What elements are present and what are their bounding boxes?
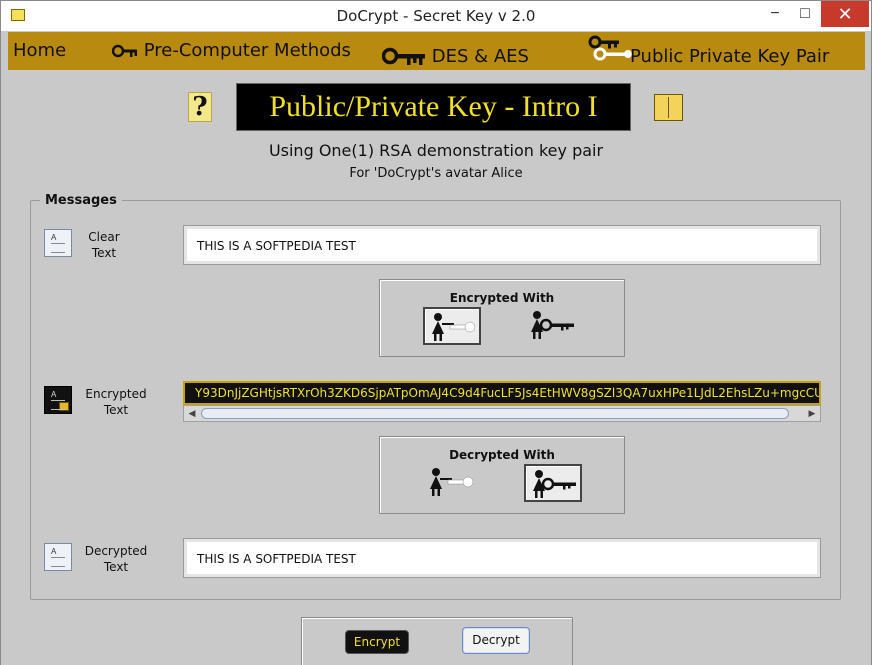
maximize-button[interactable]: □ bbox=[791, 1, 819, 27]
encrypted-label-line1: Encrypted bbox=[85, 387, 147, 401]
avatar-public-key-icon bbox=[432, 313, 476, 341]
encrypted-text-field[interactable]: Y93DnJjZGHtjsRTXrOh3ZKD6SjpATpOmAJ4C9d4F… bbox=[183, 381, 821, 405]
banner-title: Public/Private Key - Intro I bbox=[269, 90, 598, 123]
encrypted-document-icon bbox=[44, 386, 72, 414]
decrypt-button[interactable]: Decrypt bbox=[462, 627, 530, 654]
clear-text-field[interactable]: THIS IS A SOFTPEDIA TEST bbox=[183, 225, 821, 265]
menu-des-aes[interactable]: DES & AES bbox=[382, 46, 529, 68]
decrypted-label-line1: Decrypted bbox=[84, 544, 148, 558]
encrypted-with-box: Encrypted With bbox=[379, 279, 625, 357]
page-banner: Public/Private Key - Intro I bbox=[236, 83, 631, 131]
scroll-left-icon[interactable]: ◀ bbox=[186, 408, 198, 419]
decrypted-label-line2: Text bbox=[103, 560, 129, 574]
messages-title: Messages bbox=[40, 193, 122, 208]
menu-public-private-label: Public Private Key Pair bbox=[630, 46, 830, 67]
avatar-public-key-icon bbox=[430, 468, 474, 496]
action-panel bbox=[301, 617, 573, 665]
close-button[interactable]: ✕ bbox=[821, 1, 869, 27]
encrypt-public-key-button[interactable] bbox=[423, 307, 481, 345]
scroll-right-icon[interactable]: ▶ bbox=[806, 408, 818, 419]
menu-home[interactable]: Home bbox=[13, 40, 66, 61]
menu-public-private-key-pair[interactable]: Public Private Key Pair bbox=[581, 34, 865, 70]
menu-des-aes-label: DES & AES bbox=[431, 46, 529, 67]
decrypted-with-box: Decrypted With bbox=[379, 436, 625, 514]
decrypted-text-field[interactable]: THIS IS A SOFTPEDIA TEST bbox=[183, 538, 821, 578]
title-bar: DoCrypt - Secret Key v 2.0 − □ ✕ bbox=[0, 0, 872, 31]
decrypted-text-label: Decrypted Text bbox=[76, 543, 156, 575]
decrypt-public-key-button[interactable] bbox=[423, 464, 481, 502]
menu-bar: Home Pre-Computer Methods DES & AES Publ… bbox=[8, 32, 865, 70]
key-icon bbox=[382, 47, 425, 65]
scroll-thumb[interactable] bbox=[201, 408, 789, 419]
avatar-private-key-icon bbox=[533, 470, 576, 498]
avatar-private-key-icon bbox=[531, 311, 574, 339]
decrypt-private-key-button[interactable] bbox=[524, 464, 582, 502]
menu-pre-computer-label: Pre-Computer Methods bbox=[143, 40, 351, 61]
encrypted-label-line2: Text bbox=[103, 403, 129, 417]
clear-label-line2: Text bbox=[91, 246, 117, 260]
lock-icon bbox=[59, 402, 69, 411]
book-icon[interactable] bbox=[654, 94, 683, 121]
encrypt-private-key-button[interactable] bbox=[524, 307, 582, 345]
encrypt-button[interactable]: Encrypt bbox=[345, 630, 409, 654]
minimize-button[interactable]: − bbox=[761, 1, 789, 27]
clear-label-line1: Clear bbox=[88, 230, 120, 244]
decrypted-with-title: Decrypted With bbox=[449, 448, 555, 462]
key-pair-icon bbox=[588, 35, 632, 61]
key-icon bbox=[112, 44, 137, 58]
document-icon bbox=[44, 543, 72, 571]
encrypted-text-label: Encrypted Text bbox=[76, 386, 156, 418]
encrypted-text-scrollbar[interactable]: ◀ ▶ bbox=[183, 405, 821, 422]
window-title: DoCrypt - Secret Key v 2.0 bbox=[336, 7, 536, 25]
menu-pre-computer-methods[interactable]: Pre-Computer Methods bbox=[112, 40, 351, 61]
clear-text-label: Clear Text bbox=[64, 229, 144, 261]
encrypted-with-title: Encrypted With bbox=[449, 291, 555, 305]
page-subtitle: Using One(1) RSA demonstration key pair bbox=[268, 141, 604, 160]
page-subtitle-avatar: For 'DoCrypt's avatar Alice bbox=[349, 166, 523, 181]
question-icon[interactable]: ? bbox=[188, 92, 212, 122]
